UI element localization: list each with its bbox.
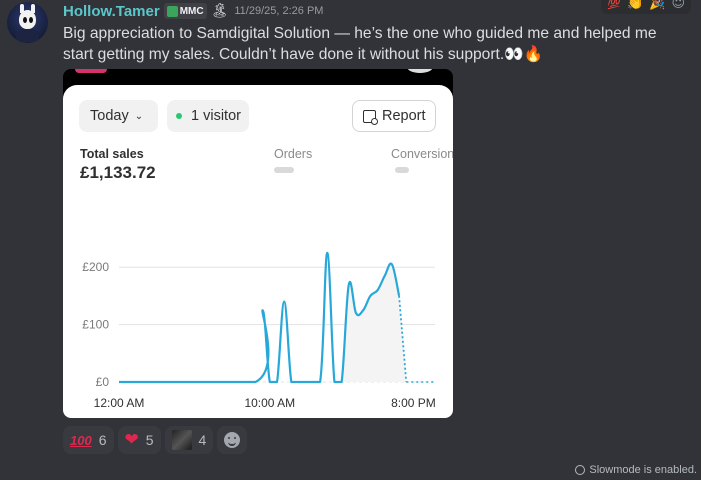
y-tick-label: £0: [96, 375, 110, 389]
reaction-custom-image[interactable]: 4: [164, 426, 214, 454]
reaction-count: 4: [198, 432, 207, 448]
analytics-card: Today ⌄ 1 visitor Report Total sales £1,…: [63, 85, 453, 418]
hundred-points-icon: 100: [70, 432, 92, 448]
heart-icon: ❤: [124, 430, 139, 449]
x-tick-label: 8:00 PM: [391, 396, 436, 410]
reaction-hundred-icon[interactable]: 💯: [607, 0, 621, 10]
reaction-party-icon[interactable]: 🎉: [649, 0, 665, 11]
y-tick-label: £200: [82, 260, 109, 274]
avatar-horn-left: [20, 4, 24, 13]
attachment-top-left-fragment: [75, 69, 107, 73]
y-tick-label: £100: [82, 318, 109, 332]
custom-emoji-icon: [171, 430, 192, 450]
username[interactable]: Hollow.Tamer: [63, 3, 160, 20]
message-header: Hollow.Tamer MMC 🏝 11/29/25, 2:26 PM: [63, 2, 323, 20]
add-reaction-button[interactable]: [217, 426, 248, 454]
sales-line-chart: £200 £100 £0 12:00 AM 10:00 AM 8:00 PM: [82, 251, 436, 410]
avatar-head: [19, 4, 36, 29]
reaction-count: 5: [145, 432, 154, 448]
reaction-clap-icon[interactable]: 👏: [627, 0, 643, 11]
guild-tag[interactable]: MMC: [163, 3, 207, 19]
reaction-heart[interactable]: ❤ 5: [117, 426, 161, 454]
reaction-hundred[interactable]: 100 6: [63, 426, 114, 454]
reaction-smile-icon[interactable]: ☺: [671, 0, 685, 11]
avatar-eye-left: [23, 17, 27, 23]
image-attachment[interactable]: Today ⌄ 1 visitor Report Total sales £1,…: [63, 69, 453, 418]
above-message-reactions: 💯 👏 🎉 ☺: [601, 0, 691, 14]
slowmode-notice: Slowmode is enabled.: [575, 464, 697, 476]
user-avatar[interactable]: [7, 2, 48, 43]
attachment-top-right-fragment: [407, 69, 433, 73]
add-reaction-icon: [224, 432, 241, 448]
message-timestamp: 11/29/25, 2:26 PM: [234, 5, 324, 17]
reaction-bar: 100 6 ❤ 5 4: [63, 426, 248, 454]
guild-tag-text: MMC: [179, 5, 204, 17]
x-tick-label: 10:00 AM: [244, 396, 295, 410]
avatar-eye-right: [29, 17, 33, 23]
stopwatch-icon: [575, 465, 586, 475]
island-icon: 🏝: [210, 3, 229, 19]
avatar-horn-right: [31, 4, 35, 13]
x-tick-label: 12:00 AM: [94, 396, 145, 410]
avatar-body: [16, 28, 39, 42]
slowmode-text: Slowmode is enabled.: [589, 464, 697, 476]
guild-tag-icon: [166, 5, 178, 17]
message-content: Big appreciation to Samdigital Solution …: [63, 25, 657, 63]
reaction-count: 6: [98, 432, 107, 448]
